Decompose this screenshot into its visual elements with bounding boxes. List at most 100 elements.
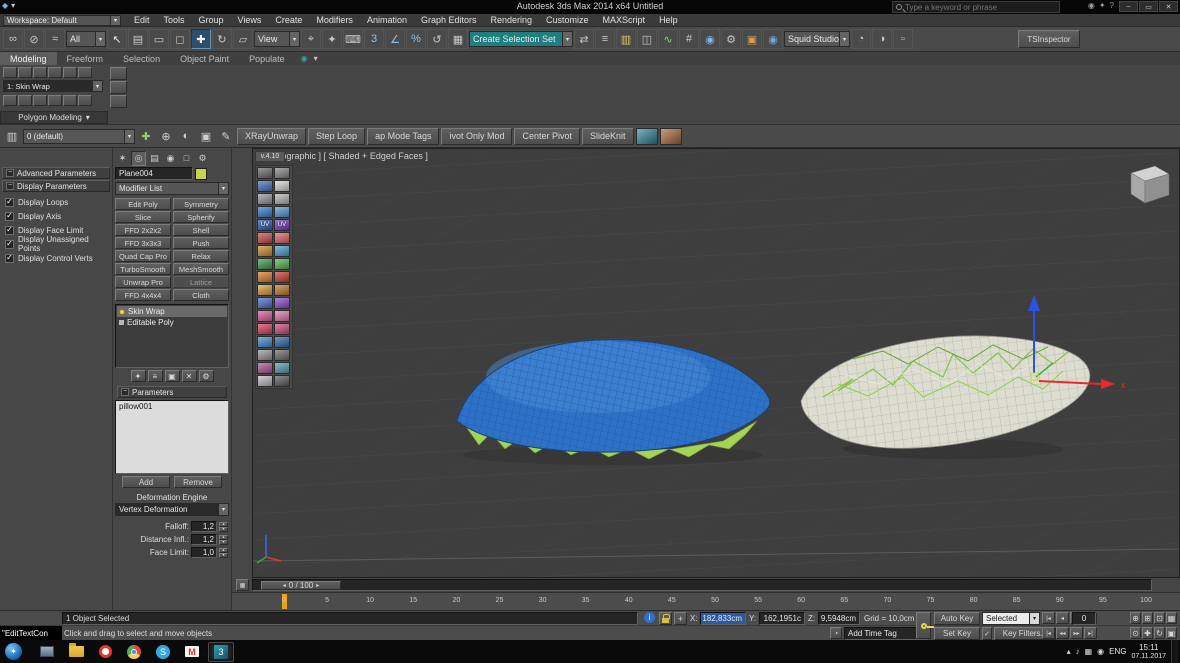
search-input[interactable] [902,3,1059,12]
tray-update-icon[interactable]: ◉ [1097,647,1104,656]
checkbox-display-unassigned-points[interactable]: ✓ [5,240,14,249]
spinner-down-button[interactable]: ▾ [219,527,228,532]
infocenter-icon[interactable]: ◉ [1088,1,1095,10]
show-desktop-button[interactable] [1171,640,1178,663]
macro-image-button-2[interactable] [660,128,682,145]
macro-script-icon[interactable] [257,180,273,192]
macro-script-icon[interactable] [274,323,290,335]
menu-item-customize[interactable]: Customize [539,14,596,27]
macro-script-icon[interactable] [257,284,273,296]
modifier-set-button-lattice[interactable]: Lattice [173,276,229,288]
angle-snap-icon[interactable]: ∠ [385,29,405,49]
toolbar-button-xrayunwrap[interactable]: XRayUnwrap [237,128,306,145]
spinner-value-field[interactable]: 1,2 [191,534,217,545]
set-key-button[interactable]: Set Key [934,627,980,640]
toggle-layer-explorer-icon[interactable]: ▥ [616,29,636,49]
material-editor-icon[interactable]: ◉ [700,29,720,49]
menu-item-edit[interactable]: Edit [127,14,157,27]
zoom-all-icon[interactable]: ⊞ [1142,612,1153,624]
modifier-set-button-turbosmooth[interactable]: TurboSmooth [115,263,171,275]
utilities-tab-icon[interactable]: ⚙ [195,151,210,166]
show-end-result-icon[interactable]: ≡ [148,370,163,382]
macro-script-icon[interactable] [257,271,273,283]
checkbox-display-loops[interactable]: ✓ [5,198,14,207]
toolbar-button-ivot-only-mod[interactable]: ivot Only Mod [441,128,512,145]
absolute-offset-toggle[interactable]: + [674,612,687,625]
taskbar-folder-button[interactable] [63,642,89,662]
ribbon-config-icon[interactable]: ◉ [301,54,308,63]
select-by-name-icon[interactable]: ▤ [128,29,148,49]
macro-script-icon[interactable] [274,180,290,192]
toolbar-button-ap-mode-tags[interactable]: ap Mode Tags [367,128,439,145]
x-coordinate-field[interactable]: 182,833cm [700,612,746,625]
modifier-set-button-ffd-2x2x2[interactable]: FFD 2x2x2 [115,224,171,236]
polygon-modeling-panel-title[interactable]: Polygon Modeling ▾ [0,111,108,124]
modifier-set-button-slice[interactable]: Slice [115,211,171,223]
menu-item-group[interactable]: Group [192,14,231,27]
menu-item-animation[interactable]: Animation [360,14,414,27]
modifier-set-button-unwrap-pro[interactable]: Unwrap Pro [115,276,171,288]
macro-script-icon[interactable] [257,323,273,335]
macro-script-icon[interactable]: UV [274,219,290,231]
select-and-link-icon[interactable]: ∞ [3,29,23,49]
minimize-button[interactable]: – [1119,1,1138,12]
macro-script-icon[interactable] [257,336,273,348]
select-and-scale-icon[interactable]: ▱ [233,29,253,49]
help-icon[interactable]: ? [1110,1,1114,10]
ribbon-tool-icon[interactable] [18,67,32,78]
taskbar-explorer-button[interactable] [34,642,60,662]
taskbar-chrome-button[interactable] [121,642,147,662]
zoom-icon[interactable]: ⊕ [1130,612,1141,624]
ribbon-tab-selection[interactable]: Selection [113,52,170,65]
modifier-set-button-symmetry[interactable]: Symmetry [173,198,229,210]
menu-item-graph-editors[interactable]: Graph Editors [414,14,484,27]
target-list-item[interactable]: pillow001 [119,402,225,412]
tray-volume-icon[interactable]: ♪ [1076,647,1080,656]
ribbon-tool-icon[interactable] [48,95,62,106]
modifier-set-button-spherify[interactable]: Spherify [173,211,229,223]
start-button[interactable]: ✦ [5,643,22,660]
checkbox-display-face-limit[interactable]: ✓ [5,226,14,235]
macro-script-icon[interactable] [257,362,273,374]
y-coordinate-field[interactable]: 162,1951c [759,612,805,625]
macro-script-icon[interactable] [274,336,290,348]
modifier-set-button-shell[interactable]: Shell [173,224,229,236]
checkbox-display-control-verts[interactable]: ✓ [5,254,14,263]
bind-to-space-warp-icon[interactable]: ≈ [45,29,65,49]
display-parameters-rollout[interactable]: − Display Parameters [2,180,110,192]
menu-item-maxscript[interactable]: MAXScript [596,14,653,27]
ribbon-tool-icon[interactable] [78,95,92,106]
macro-script-icon[interactable] [274,271,290,283]
ribbon-tool-icon[interactable] [63,95,77,106]
selection-lock-toggle[interactable] [659,612,672,625]
ribbon-tool-icon[interactable] [3,67,17,78]
time-slider-track[interactable]: ◂ 0 / 100 ▸ [252,579,1152,591]
macro-script-icon[interactable] [274,206,290,218]
tsinspector-button[interactable]: TSInspector [1018,30,1080,48]
reference-coordinate-system-dropdown[interactable]: View▾ [254,31,300,47]
schematic-view-icon[interactable]: # [679,29,699,49]
checkbox-display-axis[interactable]: ✓ [5,212,14,221]
taskbar-skype-button[interactable]: S [150,642,176,662]
timeline-mini-button[interactable]: ▦ [236,579,249,591]
curve-editor-icon[interactable]: ∿ [658,29,678,49]
collapse-icon[interactable]: − [6,182,14,190]
ribbon-tool-icon[interactable] [33,67,47,78]
taskbar-3ds-max-button[interactable]: 3 [208,642,234,662]
deformation-engine-dropdown[interactable]: Vertex Deformation ▾ [115,503,229,516]
modifier-set-button-meshsmooth[interactable]: MeshSmooth [173,263,229,275]
collapse-icon[interactable]: − [121,388,129,396]
edit-named-selection-sets-icon[interactable]: ▦ [448,29,468,49]
macro-script-icon[interactable] [274,232,290,244]
spinner-down-button[interactable]: ▾ [219,540,228,545]
ribbon-tab-freeform[interactable]: Freeform [57,52,114,65]
go-to-start-button-2[interactable]: |◂ [1042,627,1055,639]
spinner-value-field[interactable]: 1,2 [191,521,217,532]
macro-script-icon[interactable] [257,375,273,387]
object-color-swatch[interactable] [195,168,207,180]
render-setup-icon[interactable]: ⚙ [721,29,741,49]
toolbar-button-step-loop[interactable]: Step Loop [308,128,365,145]
named-selection-set-dropdown[interactable]: Create Selection Set▾ [469,31,573,47]
zoom-extents-icon[interactable]: ⊡ [1154,612,1165,624]
use-pivot-point-center-icon[interactable]: ⌖ [301,29,321,49]
